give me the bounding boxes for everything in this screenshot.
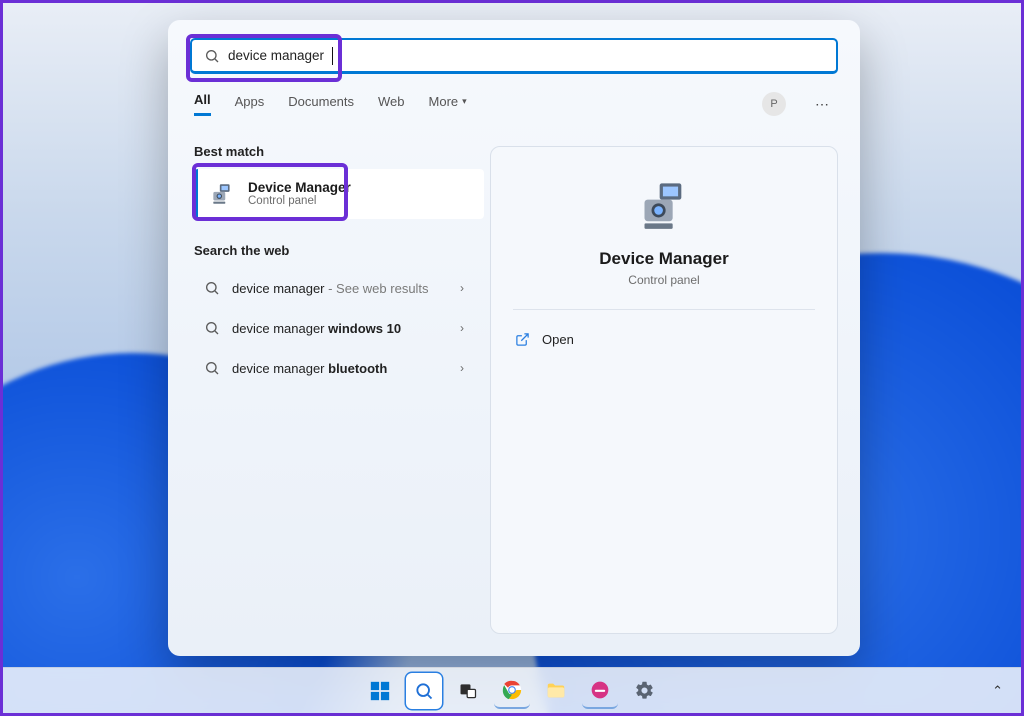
windows-logo-icon (369, 680, 391, 702)
search-text: device manager (228, 48, 324, 63)
preview-title: Device Manager (599, 249, 728, 269)
web-result[interactable]: device manager bluetooth › (194, 348, 474, 388)
tab-documents[interactable]: Documents (288, 94, 354, 115)
app-button[interactable] (582, 673, 618, 709)
search-panel: device manager All Apps Documents Web Mo… (168, 20, 860, 656)
tab-web[interactable]: Web (378, 94, 405, 115)
tab-more[interactable]: More▾ (429, 94, 467, 115)
search-button[interactable] (406, 673, 442, 709)
best-match-title: Device Manager (248, 180, 351, 196)
chrome-button[interactable] (494, 673, 530, 709)
chevron-right-icon: › (460, 281, 464, 295)
divider (513, 309, 815, 310)
chrome-icon (501, 679, 523, 701)
open-action[interactable]: Open (513, 328, 576, 351)
explorer-button[interactable] (538, 673, 574, 709)
best-match-subtitle: Control panel (248, 195, 351, 208)
device-manager-icon (638, 179, 690, 231)
search-icon (204, 280, 220, 296)
web-result-text: device manager bluetooth (232, 361, 387, 376)
system-tray-expand[interactable]: ⌃ (992, 683, 1003, 699)
task-view-icon (458, 681, 478, 701)
chevron-right-icon: › (460, 361, 464, 375)
tabs-row: All Apps Documents Web More▾ P ⋯ (168, 84, 860, 124)
search-icon (204, 320, 220, 336)
search-web-heading: Search the web (194, 243, 476, 258)
search-icon (204, 48, 220, 64)
web-result-text: device manager - See web results (232, 281, 429, 296)
tab-apps[interactable]: Apps (235, 94, 265, 115)
chevron-down-icon: ▾ (462, 96, 467, 107)
user-avatar[interactable]: P (762, 92, 786, 116)
web-result-text: device manager windows 10 (232, 321, 401, 336)
options-menu-button[interactable]: ⋯ (810, 92, 834, 116)
preview-subtitle: Control panel (628, 273, 699, 287)
circle-app-icon (590, 680, 610, 700)
web-result[interactable]: device manager windows 10 › (194, 308, 474, 348)
tab-all[interactable]: All (194, 92, 211, 116)
best-match-result[interactable]: Device Manager Control panel (194, 169, 484, 219)
chevron-right-icon: › (460, 321, 464, 335)
settings-button[interactable] (626, 673, 662, 709)
folder-icon (545, 680, 567, 702)
device-manager-icon (208, 180, 236, 208)
gear-icon (634, 680, 655, 701)
search-icon (204, 360, 220, 376)
web-result[interactable]: device manager - See web results › (194, 268, 474, 308)
start-button[interactable] (362, 673, 398, 709)
open-external-icon (515, 332, 530, 347)
open-label: Open (542, 332, 574, 347)
taskbar: ⌃ (3, 667, 1021, 713)
search-input[interactable]: device manager (190, 38, 838, 74)
result-preview-pane: Device Manager Control panel Open (490, 146, 838, 634)
text-caret (332, 47, 333, 65)
best-match-heading: Best match (194, 144, 476, 159)
task-view-button[interactable] (450, 673, 486, 709)
search-icon (414, 681, 434, 701)
